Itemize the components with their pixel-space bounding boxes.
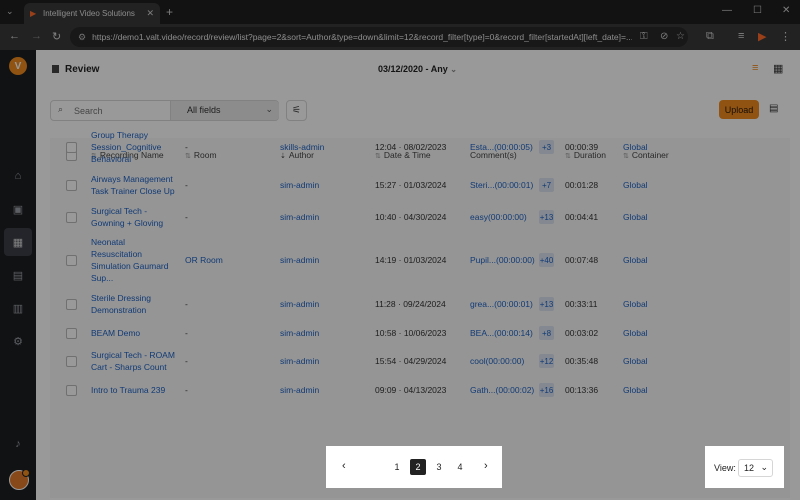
chevron-down-icon: ⌄	[760, 462, 768, 472]
pagination: ‹ 1 2 3 4 ›	[326, 446, 502, 488]
previous-page-icon[interactable]: ‹	[342, 460, 346, 472]
next-page-icon[interactable]: ›	[484, 460, 488, 472]
page-size-control: View: 12 ⌄	[705, 446, 784, 488]
view-label: View:	[714, 463, 736, 473]
modal-dim-overlay	[0, 0, 800, 500]
page-size-value: 12	[744, 463, 755, 473]
page-size-select[interactable]: 12 ⌄	[738, 459, 773, 477]
page-3-button[interactable]: 3	[431, 459, 447, 475]
page-2-button[interactable]: 2	[410, 459, 426, 475]
page-4-button[interactable]: 4	[452, 459, 468, 475]
page-1-button[interactable]: 1	[389, 459, 405, 475]
